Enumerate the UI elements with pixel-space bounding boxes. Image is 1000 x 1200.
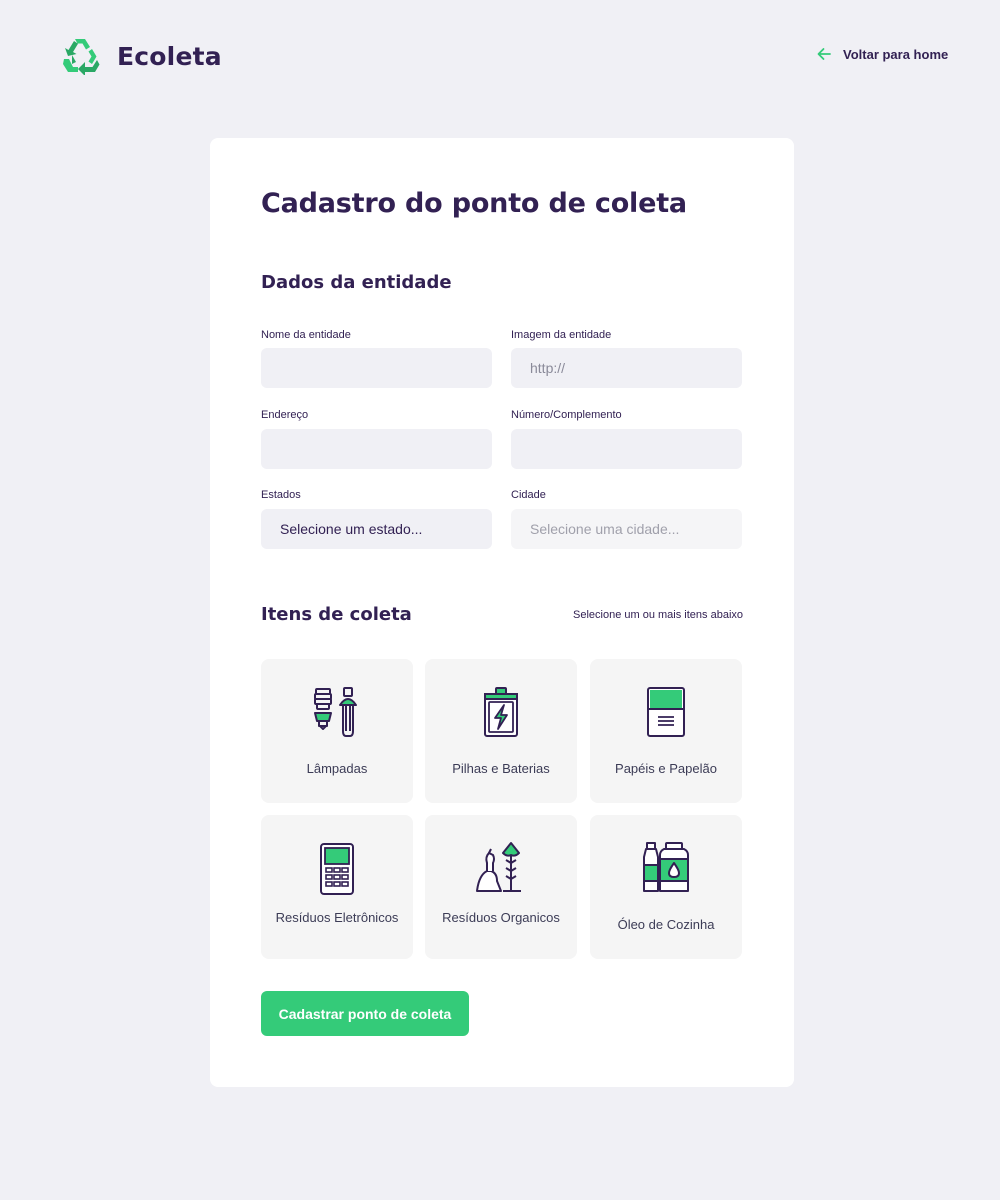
back-to-home-link[interactable]: Voltar para home [816,46,948,62]
brand-name: Ecoleta [117,41,222,71]
city-select[interactable]: Selecione uma cidade... [511,509,742,549]
items-hint: Selecione um ou mais itens abaixo [573,609,743,621]
address-label: Endereço [261,409,309,421]
item-label: Resíduos Eletrônicos [275,910,399,925]
lamp-icon [314,687,357,737]
number-input[interactable] [511,429,742,469]
battery-icon [484,687,518,737]
header: Ecoleta Voltar para home [0,0,1000,112]
page-title: Cadastro do ponto de coleta [261,188,687,219]
item-residuos-organicos[interactable]: Resíduos Organicos [425,815,577,959]
back-to-home-label: Voltar para home [843,46,949,62]
name-input[interactable] [261,348,492,388]
image-label: Imagem da entidade [511,329,612,341]
organic-icon [476,842,521,892]
city-label: Cidade [511,489,546,501]
item-label: Resíduos Organicos [442,910,560,925]
state-select[interactable]: Selecione um estado... [261,509,492,549]
item-label: Pilhas e Baterias [452,761,550,776]
items-section-title: Itens de coleta [261,604,412,625]
item-lampadas[interactable]: Lâmpadas [261,659,413,803]
logo[interactable]: Ecoleta [61,37,222,75]
address-input[interactable] [261,429,492,469]
cooking-oil-icon [643,842,689,892]
item-papeis-papelao[interactable]: Papéis e Papelão [590,659,742,803]
item-residuos-eletronicos[interactable]: Resíduos Eletrônicos [261,815,413,959]
state-label: Estados [261,489,301,501]
entity-section-title: Dados da entidade [261,272,452,293]
registration-form: Cadastro do ponto de coleta Dados da ent… [210,138,794,1087]
item-label: Lâmpadas [306,761,368,776]
recycle-icon [63,39,100,75]
image-url-input[interactable]: http:// [511,348,742,388]
number-label: Número/Complemento [511,409,622,421]
arrow-left-icon [817,48,831,60]
item-label: Óleo de Cozinha [617,917,715,932]
item-pilhas-baterias[interactable]: Pilhas e Baterias [425,659,577,803]
item-oleo-cozinha[interactable]: Óleo de Cozinha [590,815,742,959]
electronics-icon [320,843,354,895]
item-label: Papéis e Papelão [615,761,717,776]
submit-button[interactable]: Cadastrar ponto de coleta [261,991,469,1036]
name-label: Nome da entidade [261,329,351,341]
paper-icon [647,687,685,737]
